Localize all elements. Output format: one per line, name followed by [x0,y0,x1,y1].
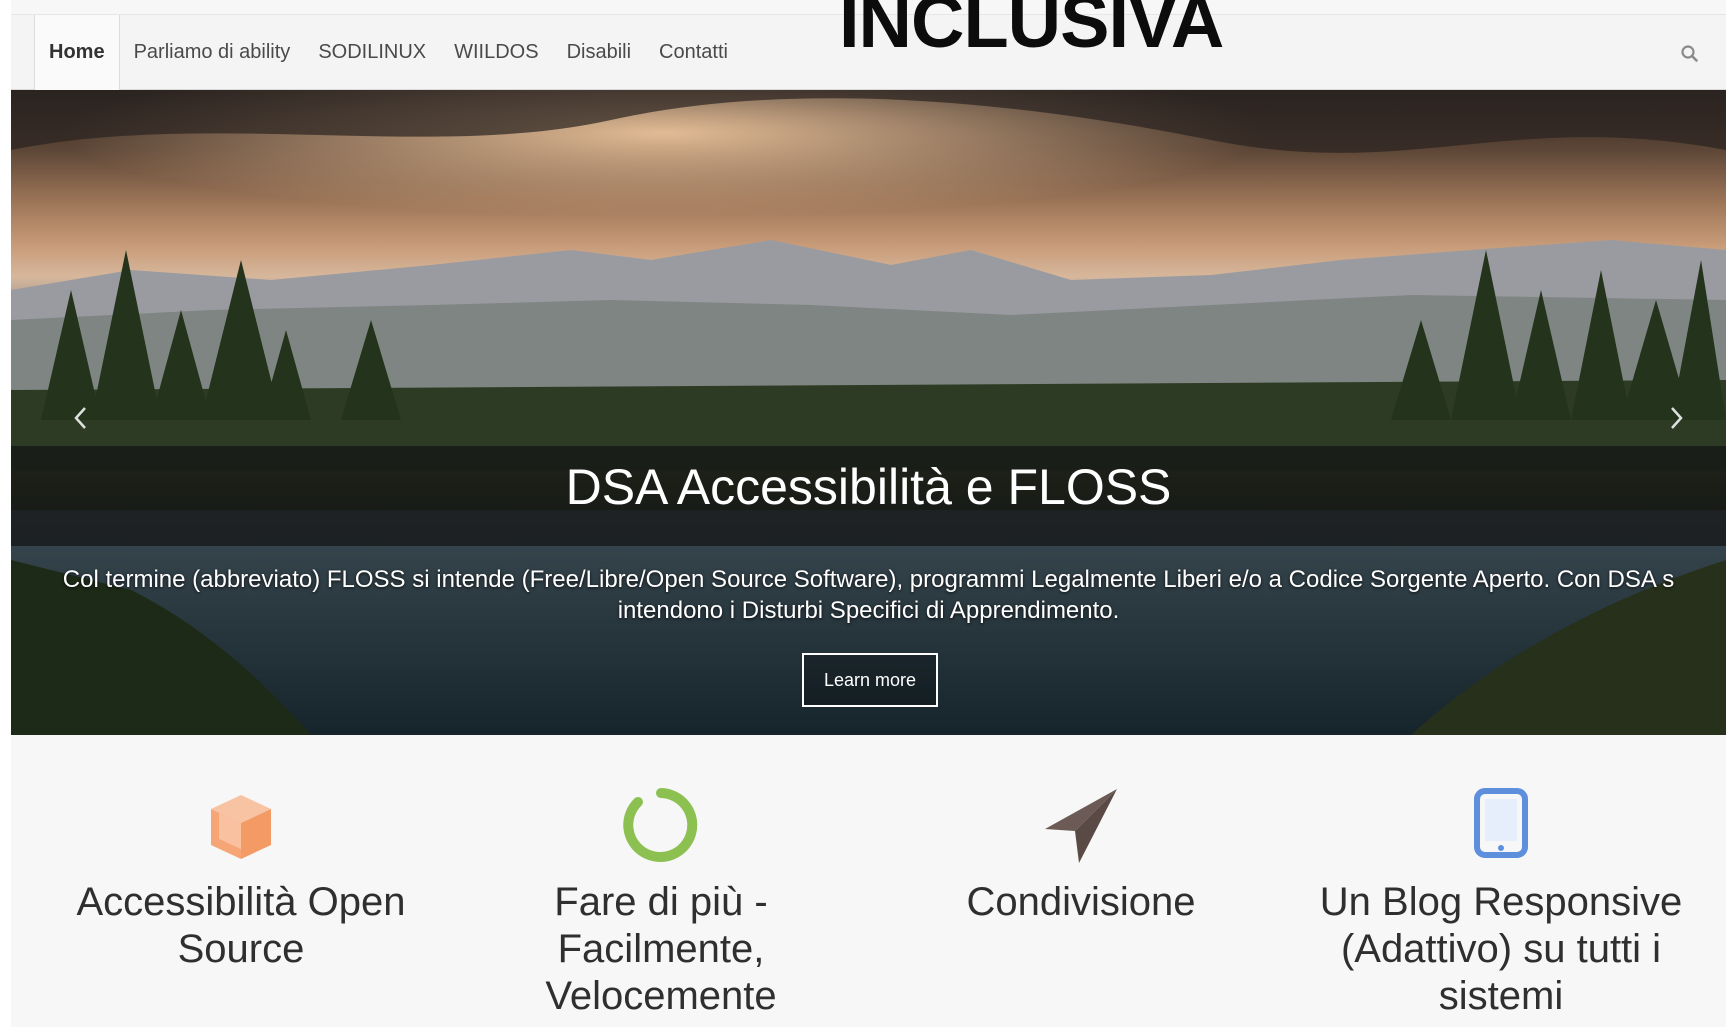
nav-menu: Home Parliamo di ability SODILINUX WIILD… [34,15,742,90]
feature-accessibilita: Accessibilità Open Source [41,735,441,973]
slider-prev-button[interactable] [66,398,96,438]
feature-condivisione: Condivisione [881,735,1281,926]
learn-more-button[interactable]: Learn more [802,653,938,707]
circle-notch-icon [623,788,698,862]
nav-item-contatti[interactable]: Contatti [645,15,742,90]
slide-description-line: intendono i Disturbi Specifici di Appren… [617,597,1120,624]
feature-title-line: sistemi [1438,974,1564,1018]
nav-item-wiildos[interactable]: WIILDOS [440,15,552,90]
slide-description-line: Col termine (abbreviato) FLOSS si intend… [62,566,1675,593]
site-title: INCLUSIVA [839,0,1224,63]
feature-blog-responsive: Un Blog Responsive (Adattivo) su tutti i… [1301,735,1701,1020]
landscape-image [11,90,1726,735]
feature-fare-di-piu: Fare di più - Facilmente, Velocemente [461,735,861,1020]
search-button[interactable] [1678,42,1702,66]
feature-title-line: Condivisione [966,880,1196,924]
feature-title-line: Facilmente, [557,927,765,971]
feature-title-line: Accessibilità Open [76,880,406,924]
nav-item-parliamo-di-ability[interactable]: Parliamo di ability [120,15,305,90]
cube-icon [211,795,271,859]
slide-description: Col termine (abbreviato) FLOSS si intend… [11,564,1726,626]
slider-next-button[interactable] [1661,398,1691,438]
nav-item-home[interactable]: Home [34,15,120,90]
feature-title-line: Fare di più - [554,880,768,924]
chevron-left-icon [74,407,86,429]
chevron-right-icon [1671,407,1683,429]
feature-title-line: Source [177,927,305,971]
hero-slider: DSA Accessibilità e FLOSS Col termine (a… [11,90,1726,735]
paper-plane-icon [1045,789,1117,863]
slide-title: DSA Accessibilità e FLOSS [565,459,1172,515]
site-page: INCLUSIVA Home Parliamo di ability SODIL… [11,0,1726,1027]
feature-title-line: Un Blog Responsive [1319,880,1683,924]
search-icon [1681,45,1698,62]
features-section: Accessibilità Open Source Fare di più - … [11,735,1726,1027]
nav-item-sodilinux[interactable]: SODILINUX [304,15,440,90]
nav-item-disabili[interactable]: Disabili [553,15,645,90]
feature-title-line: Velocemente [545,974,777,1018]
feature-title-line: (Adattivo) su tutti i [1340,927,1662,971]
tablet-icon [1474,788,1528,858]
